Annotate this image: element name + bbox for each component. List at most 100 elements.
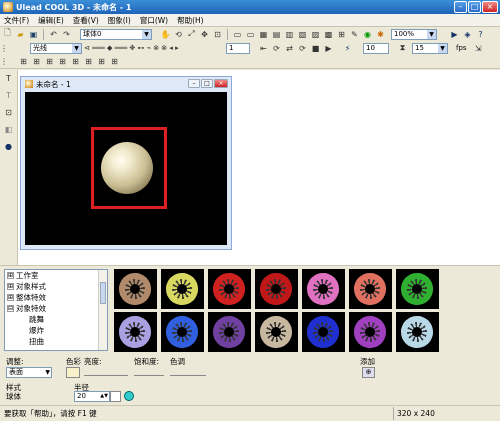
close-button[interactable]: × <box>482 1 498 13</box>
align-top-icon[interactable]: ⊞ <box>57 56 68 67</box>
gallery-thumbnail[interactable] <box>208 269 251 309</box>
radius-input[interactable]: 20 ▲▼ <box>74 391 110 402</box>
add-button[interactable]: ⊕ <box>362 367 375 378</box>
timeline-slider-icon[interactable]: ⊲ ═══ ◆ ═══ ✥ ⊷ ⌁ ⊗ ⊗ ◂ ▸ <box>84 43 224 54</box>
gallery-thumbnail[interactable] <box>208 312 251 352</box>
hue-slider[interactable] <box>170 368 206 376</box>
insert-image-tool-icon[interactable]: ◧ <box>3 124 14 135</box>
align-center-icon[interactable]: ⊞ <box>31 56 42 67</box>
export-icon[interactable]: ⇲ <box>473 43 484 54</box>
hand-move-icon[interactable]: ✋ <box>160 29 171 40</box>
color-swatch[interactable] <box>66 367 80 378</box>
tree-item[interactable]: ⊞ 整体特效 <box>5 292 107 303</box>
document-window[interactable]: 未命名 - 1 – □ × <box>20 76 232 250</box>
doc-minimize-button[interactable]: – <box>188 79 200 88</box>
first-frame-icon[interactable]: ⇤ <box>258 43 269 54</box>
new-file-icon[interactable]: 🗋 <box>2 28 13 40</box>
prev-icon[interactable]: ⇄ <box>284 43 295 54</box>
tree-scrollbar[interactable] <box>98 270 107 350</box>
help-pointer-icon[interactable]: ? <box>475 29 486 40</box>
gallery-thumbnail[interactable] <box>302 312 345 352</box>
wireframe-icon[interactable]: ⊞ <box>336 29 347 40</box>
object-select[interactable]: 球体0 ▼ <box>80 28 152 40</box>
zoom-select[interactable]: 100% ▼ <box>391 28 437 40</box>
expander-icon[interactable]: ⊟ <box>7 305 14 312</box>
align-right-icon[interactable]: ⊞ <box>44 56 55 67</box>
gear-icon[interactable]: ✱ <box>375 29 386 40</box>
fps-select[interactable]: 15 ▼ <box>412 42 448 54</box>
gallery-thumbnail[interactable] <box>114 269 157 309</box>
undo-icon[interactable]: ↶ <box>48 29 59 40</box>
save-icon[interactable]: ▣ <box>28 29 39 40</box>
light-select[interactable]: 光线 ▼ <box>30 42 82 54</box>
group-icon[interactable]: ⊞ <box>96 56 107 67</box>
brightness-slider[interactable] <box>84 368 128 376</box>
doc-close-button[interactable]: × <box>214 79 228 88</box>
insert-geometry-tool-icon[interactable]: ● <box>3 141 14 152</box>
minimize-button[interactable]: – <box>454 1 467 13</box>
frames-icon[interactable]: ⚡ <box>342 43 353 54</box>
menu-help[interactable]: 帮助(H) <box>177 15 204 26</box>
category-tree[interactable]: ⊞ 工作室 ⊞ 对象样式 ⊞ 整体特效 ⊟ 对象特效 跳舞 爆炸 扭曲 <box>4 269 108 351</box>
expander-icon[interactable]: ⊞ <box>7 294 14 301</box>
menu-view[interactable]: 查看(V) <box>73 15 99 26</box>
frame-input[interactable]: 1 <box>226 42 250 54</box>
spinner-icon[interactable]: ▲▼ <box>100 392 108 401</box>
pan-icon[interactable]: ✥ <box>199 29 210 40</box>
menu-image[interactable]: 图象(I) <box>108 15 131 26</box>
tree-item[interactable]: ⊞ 对象样式 <box>5 281 107 292</box>
tree-child-item[interactable]: 扭曲 <box>5 336 107 347</box>
open-folder-icon[interactable]: ▰ <box>15 29 26 40</box>
gallery-thumbnail[interactable] <box>302 269 345 309</box>
fit-view-icon[interactable]: ⊡ <box>212 29 223 40</box>
align-bottom-icon[interactable]: ⊞ <box>70 56 81 67</box>
gallery-thumbnail[interactable] <box>396 269 439 309</box>
color-dot[interactable] <box>124 391 134 401</box>
tree-item[interactable]: ⊞ 工作室 <box>5 270 107 281</box>
gallery-thumbnail[interactable] <box>255 312 298 352</box>
doc-maximize-button[interactable]: □ <box>201 79 213 88</box>
play-preview-icon[interactable]: ▶ <box>449 29 460 40</box>
loop-icon[interactable]: ⟳ <box>271 43 282 54</box>
next-frame-icon[interactable]: ⟳ <box>297 43 308 54</box>
expander-icon[interactable]: ⊞ <box>7 283 14 290</box>
render-canvas[interactable] <box>25 92 227 245</box>
gallery-thumbnail[interactable] <box>396 312 439 352</box>
play-icon[interactable]: ▶ <box>323 43 334 54</box>
radius-color-box[interactable] <box>110 391 121 402</box>
stop-icon[interactable]: ■ <box>310 43 321 54</box>
menu-window[interactable]: 窗口(W) <box>140 15 168 26</box>
saturation-slider[interactable] <box>134 368 164 376</box>
tree-item[interactable]: ⊟ 对象特效 <box>5 303 107 314</box>
magic-icon[interactable]: ✎ <box>349 29 360 40</box>
menu-edit[interactable]: 编辑(E) <box>38 15 64 26</box>
insert-object-icon[interactable]: ▧ <box>297 29 308 40</box>
insert-text-tool-icon[interactable]: T <box>3 73 14 84</box>
gallery-thumbnail[interactable] <box>255 269 298 309</box>
maximize-button[interactable]: □ <box>468 1 481 13</box>
frame-count-input[interactable]: 10 <box>363 42 389 54</box>
speed-icon[interactable]: ⧗ <box>397 43 408 54</box>
gallery-thumbnail[interactable] <box>114 312 157 352</box>
insert-frame-icon[interactable]: ▩ <box>323 29 334 40</box>
edit-text-icon[interactable]: ▭ <box>245 29 256 40</box>
distribute-icon[interactable]: ⊞ <box>83 56 94 67</box>
align-left-icon[interactable]: ⊞ <box>18 56 29 67</box>
insert-geometry-icon[interactable]: ▨ <box>310 29 321 40</box>
insert-graphic-tool-icon[interactable]: ⊡ <box>3 107 14 118</box>
insert-bevel-icon[interactable]: ▥ <box>284 29 295 40</box>
gallery-thumbnail[interactable] <box>161 312 204 352</box>
insert-shape-icon[interactable]: ▤ <box>271 29 282 40</box>
gallery-thumbnail[interactable] <box>349 312 392 352</box>
tree-child-item[interactable]: 爆炸 <box>5 325 107 336</box>
rotate-icon[interactable]: ⟲ <box>173 29 184 40</box>
edit-text-tool-icon[interactable]: T <box>3 90 14 101</box>
size-icon[interactable]: ⤢ <box>186 29 197 40</box>
gallery-thumbnail[interactable] <box>349 269 392 309</box>
tree-child-item[interactable]: 跳舞 <box>5 314 107 325</box>
ungroup-icon[interactable]: ⊞ <box>109 56 120 67</box>
expander-icon[interactable]: ⊞ <box>7 272 14 279</box>
redo-icon[interactable]: ↷ <box>61 29 72 40</box>
globe-icon[interactable]: ◉ <box>362 29 373 40</box>
insert-text-icon[interactable]: ▭ <box>232 29 243 40</box>
